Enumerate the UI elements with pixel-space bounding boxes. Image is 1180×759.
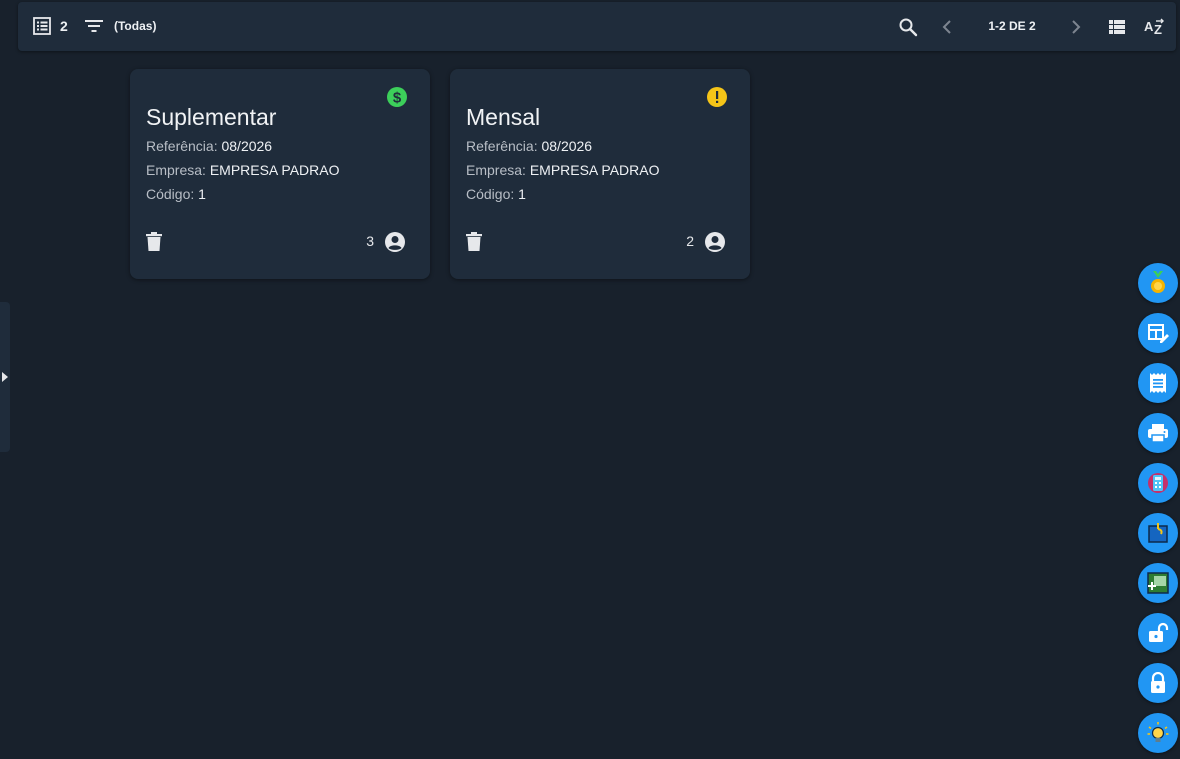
- calendar-button[interactable]: [1138, 513, 1178, 553]
- codigo-label: Código:: [466, 186, 515, 202]
- card-empresa: Empresa: EMPRESA PADRAO: [146, 162, 339, 178]
- pagination-label: 1-2 DE 2: [988, 19, 1036, 33]
- empresa-label: Empresa:: [466, 162, 526, 178]
- svg-text:Z: Z: [1154, 22, 1162, 37]
- caret-right-icon: [2, 372, 8, 382]
- add-box-icon: [1147, 572, 1169, 594]
- svg-text:$: $: [393, 90, 402, 107]
- card-title: Suplementar: [146, 104, 277, 130]
- codigo-value: 1: [518, 186, 526, 202]
- chevron-left-icon[interactable]: [940, 18, 954, 36]
- view-list-icon[interactable]: [1106, 17, 1128, 37]
- referencia-value: 08/2026: [221, 138, 273, 154]
- card-title: Mensal: [466, 104, 541, 130]
- lightbulb-icon: [1146, 721, 1170, 745]
- lock-open-icon: [1147, 622, 1169, 644]
- toolbar: 2 (Todas) 1-2 DE 2 A Z: [18, 2, 1176, 51]
- medal-icon: [1147, 271, 1169, 295]
- medal-button[interactable]: [1138, 263, 1178, 303]
- lightbulb-button[interactable]: [1138, 713, 1178, 753]
- lock-button[interactable]: [1138, 663, 1178, 703]
- referencia-label: Referência:: [466, 138, 538, 154]
- list-icon[interactable]: [32, 16, 52, 36]
- card-mensal[interactable]: Mensal Referência: 08/2026 Empresa: EMPR…: [450, 69, 750, 279]
- card-user-count: 3: [366, 233, 374, 249]
- card-referencia: Referência: 08/2026: [146, 138, 272, 154]
- codigo-label: Código:: [146, 186, 195, 202]
- filter-icon[interactable]: [83, 16, 105, 36]
- chevron-right-icon[interactable]: [1069, 18, 1083, 36]
- empresa-value: EMPRESA PADRAO: [209, 162, 340, 178]
- svg-text:A: A: [1144, 19, 1154, 34]
- calculator-icon: [1147, 471, 1169, 495]
- calculator-button[interactable]: [1138, 463, 1178, 503]
- calendar-icon: [1147, 522, 1169, 544]
- card-codigo: Código: 1: [466, 186, 526, 202]
- trash-icon[interactable]: [146, 232, 164, 254]
- table-edit-icon: [1147, 322, 1169, 344]
- alert-icon: [706, 86, 728, 108]
- filter-label[interactable]: (Todas): [114, 18, 156, 34]
- printer-button[interactable]: [1138, 413, 1178, 453]
- receipt-icon: [1148, 372, 1168, 394]
- account-circle-icon[interactable]: [704, 231, 726, 253]
- sort-az-icon[interactable]: A Z: [1143, 15, 1167, 39]
- card-empresa: Empresa: EMPRESA PADRAO: [466, 162, 659, 178]
- table-edit-button[interactable]: [1138, 313, 1178, 353]
- trash-icon[interactable]: [466, 232, 484, 254]
- card-codigo: Código: 1: [146, 186, 206, 202]
- empresa-label: Empresa:: [146, 162, 206, 178]
- printer-icon: [1147, 423, 1169, 443]
- dollar-icon: $: [386, 86, 408, 108]
- side-panel-toggle[interactable]: [0, 302, 10, 452]
- card-suplementar[interactable]: $ Suplementar Referência: 08/2026 Empres…: [130, 69, 430, 279]
- referencia-value: 08/2026: [541, 138, 593, 154]
- lock-open-button[interactable]: [1138, 613, 1178, 653]
- add-box-button[interactable]: [1138, 563, 1178, 603]
- referencia-label: Referência:: [146, 138, 218, 154]
- search-icon[interactable]: [897, 16, 919, 38]
- record-count: 2: [60, 18, 68, 34]
- lock-icon: [1148, 672, 1168, 694]
- receipt-button[interactable]: [1138, 363, 1178, 403]
- account-circle-icon[interactable]: [384, 231, 406, 253]
- card-user-count: 2: [686, 233, 694, 249]
- empresa-value: EMPRESA PADRAO: [529, 162, 660, 178]
- codigo-value: 1: [198, 186, 206, 202]
- card-referencia: Referência: 08/2026: [466, 138, 592, 154]
